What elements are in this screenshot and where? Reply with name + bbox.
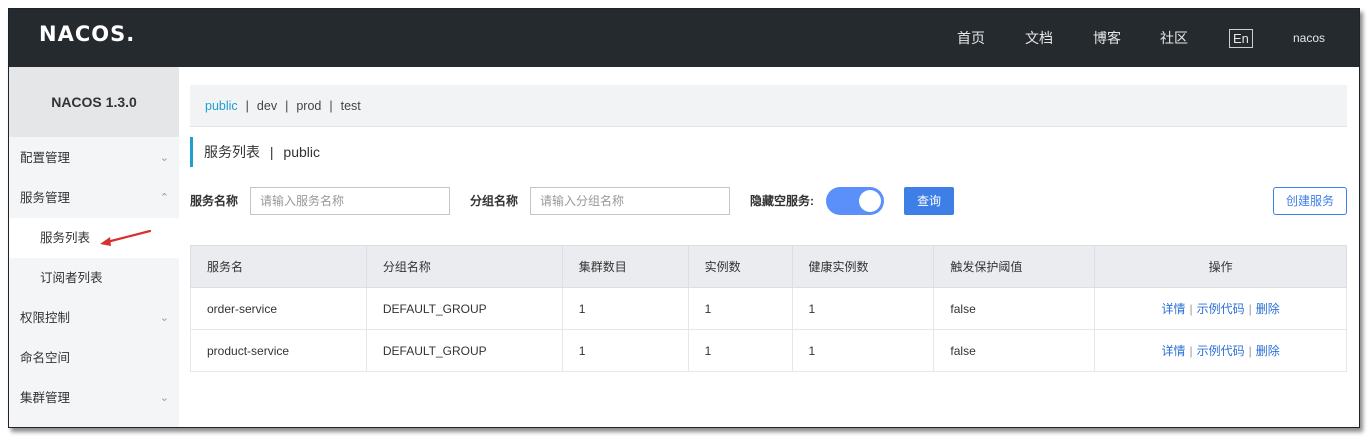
cell-service-name: order-service: [190, 287, 367, 330]
sidebar-item-label: 服务列表: [40, 231, 91, 245]
action-separator: |: [1189, 302, 1193, 316]
cell-instance-count: 1: [687, 329, 793, 372]
column-header: 实例数: [687, 245, 793, 288]
chevron-up-icon: ⌃: [159, 192, 169, 204]
detail-link[interactable]: 详情: [1161, 344, 1185, 358]
action-separator: |: [1248, 344, 1252, 358]
cell-healthy-count: 1: [791, 329, 935, 372]
sidebar-item-label: 配置管理: [20, 151, 71, 165]
language-toggle[interactable]: En: [1229, 28, 1253, 48]
nav-docs[interactable]: 文档: [1025, 28, 1053, 48]
sidebar-item-config[interactable]: 配置管理 ⌄: [9, 138, 179, 178]
nav-community[interactable]: 社区: [1160, 28, 1188, 48]
cell-threshold: false: [933, 329, 1096, 372]
sample-code-link[interactable]: 示例代码: [1197, 344, 1245, 358]
sidebar-item-subscribers[interactable]: 订阅者列表: [9, 258, 179, 298]
action-separator: |: [1189, 344, 1193, 358]
cell-group-name: DEFAULT_GROUP: [365, 287, 563, 330]
page-title-main: 服务列表: [204, 144, 260, 160]
namespace-dev[interactable]: dev: [257, 99, 277, 113]
red-arrow-icon: [100, 229, 152, 246]
column-header: 操作: [1094, 245, 1347, 288]
hide-empty-toggle[interactable]: [826, 187, 884, 215]
cell-instance-count: 1: [687, 287, 793, 330]
sidebar-item-service[interactable]: 服务管理 ⌃: [9, 178, 179, 218]
nav-blog[interactable]: 博客: [1093, 28, 1121, 48]
chevron-down-icon: ⌄: [159, 152, 169, 164]
action-separator: |: [1248, 302, 1252, 316]
table-row: order-service DEFAULT_GROUP 1 1 1 false …: [190, 287, 1347, 330]
cell-actions: 详情 | 示例代码 | 删除: [1094, 329, 1347, 372]
delete-link[interactable]: 删除: [1256, 302, 1280, 316]
sidebar-item-cluster[interactable]: 集群管理 ⌄: [9, 378, 179, 418]
version-label: NACOS 1.3.0: [9, 67, 179, 137]
cell-service-name: product-service: [190, 329, 367, 372]
hide-empty-label: 隐藏空服务:: [750, 194, 814, 208]
sidebar-item-namespace[interactable]: 命名空间: [9, 338, 179, 378]
detail-link[interactable]: 详情: [1161, 302, 1185, 316]
main-content: public | dev | prod | test 服务列表 | public 服务…: [190, 67, 1359, 427]
group-name-input[interactable]: 请输入分组名称: [530, 187, 730, 215]
group-name-label: 分组名称: [470, 194, 519, 208]
sample-code-link[interactable]: 示例代码: [1197, 302, 1245, 316]
column-header: 触发保护阈值: [933, 245, 1096, 288]
chevron-down-icon: ⌄: [159, 392, 169, 404]
column-header: 健康实例数: [791, 245, 935, 288]
cell-cluster-count: 1: [561, 287, 689, 330]
namespace-bar: public | dev | prod | test: [190, 85, 1347, 127]
page-title-namespace: public: [283, 144, 321, 160]
page-title: 服务列表 | public: [190, 137, 320, 167]
sidebar-item-label: 命名空间: [20, 351, 71, 365]
chevron-down-icon: ⌄: [159, 312, 169, 324]
query-button[interactable]: 查询: [904, 187, 954, 215]
service-table: 服务名 分组名称 集群数目 实例数 健康实例数 触发保护阈值 操作 order-…: [190, 245, 1347, 372]
cell-cluster-count: 1: [561, 329, 689, 372]
sidebar-item-label: 订阅者列表: [40, 271, 103, 285]
table-row: product-service DEFAULT_GROUP 1 1 1 fals…: [190, 329, 1347, 372]
top-bar: NACOS. 首页 文档 博客 社区 En nacos: [9, 9, 1359, 67]
service-name-label: 服务名称: [190, 194, 239, 208]
cell-healthy-count: 1: [791, 287, 935, 330]
namespace-public[interactable]: public: [205, 99, 238, 113]
sidebar-item-auth[interactable]: 权限控制 ⌄: [9, 298, 179, 338]
namespace-test[interactable]: test: [341, 99, 361, 113]
user-name[interactable]: nacos: [1293, 31, 1325, 45]
namespace-prod[interactable]: prod: [296, 99, 321, 113]
cell-threshold: false: [933, 287, 1096, 330]
delete-link[interactable]: 删除: [1256, 344, 1280, 358]
cell-group-name: DEFAULT_GROUP: [365, 329, 563, 372]
create-service-button[interactable]: 创建服务: [1273, 187, 1347, 215]
sidebar-item-label: 权限控制: [20, 311, 71, 325]
app-window: NACOS. 首页 文档 博客 社区 En nacos NACOS 1.3.0 …: [8, 8, 1360, 428]
toggle-knob: [859, 190, 881, 212]
nav-home[interactable]: 首页: [957, 28, 985, 48]
column-header: 分组名称: [365, 245, 563, 288]
title-separator: |: [269, 144, 274, 160]
cell-actions: 详情 | 示例代码 | 删除: [1094, 287, 1347, 330]
column-header: 服务名: [190, 245, 367, 288]
table-header-row: 服务名 分组名称 集群数目 实例数 健康实例数 触发保护阈值 操作: [190, 245, 1347, 288]
column-header: 集群数目: [561, 245, 689, 288]
sidebar-item-service-list[interactable]: 服务列表: [9, 218, 179, 258]
sidebar: NACOS 1.3.0 配置管理 ⌄ 服务管理 ⌃ 服务列表 订阅者列表 权限控…: [9, 67, 179, 427]
service-name-input[interactable]: 请输入服务名称: [250, 187, 450, 215]
sidebar-item-label: 集群管理: [20, 391, 71, 405]
sidebar-item-label: 服务管理: [20, 191, 71, 205]
